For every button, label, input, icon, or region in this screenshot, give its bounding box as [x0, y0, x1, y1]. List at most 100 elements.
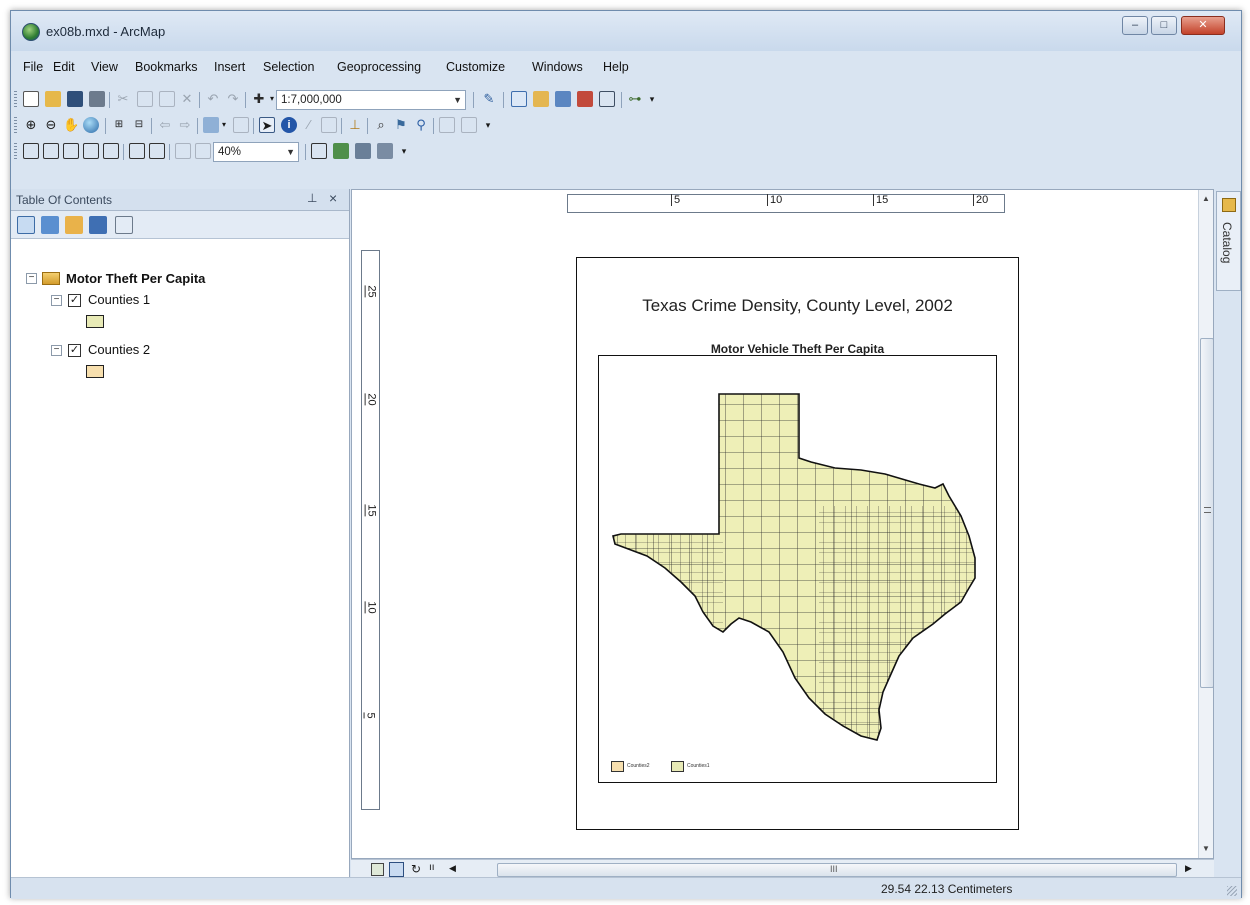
layer-visibility-checkbox[interactable]: ✓ — [68, 294, 81, 307]
menu-windows[interactable]: Windows — [532, 60, 583, 74]
scroll-left-icon[interactable]: ◀ — [449, 863, 456, 874]
collapse-toggle[interactable]: − — [26, 273, 37, 284]
layout-page[interactable]: Texas Crime Density, County Level, 2002 … — [576, 257, 1019, 830]
fixed-zoom-in-icon[interactable]: ⊞ — [111, 117, 127, 133]
toolbar-options-icon[interactable]: ▾ — [647, 91, 657, 107]
dataframe-label[interactable]: Motor Theft Per Capita — [66, 271, 205, 286]
time-slider-icon[interactable] — [439, 117, 455, 133]
pause-drawing-icon[interactable]: ıı — [429, 862, 435, 873]
toc-options-icon[interactable] — [115, 216, 133, 234]
fixed-zoom-out-page-icon[interactable] — [149, 143, 165, 159]
collapse-toggle[interactable]: − — [51, 345, 62, 356]
layout-view[interactable]: 5 10 15 20 25 20 15 10 5 Texas Crime Den… — [351, 189, 1214, 859]
menu-view[interactable]: View — [91, 60, 118, 74]
select-elements-icon[interactable]: ➤ — [259, 117, 275, 133]
list-by-visibility-icon[interactable] — [65, 216, 83, 234]
refresh-icon[interactable]: ↻ — [411, 862, 421, 876]
menu-edit[interactable]: Edit — [53, 60, 75, 74]
menu-insert[interactable]: Insert — [214, 60, 245, 74]
go-back-icon[interactable]: ⇦ — [157, 117, 173, 133]
fixed-zoom-in-page-icon[interactable] — [129, 143, 145, 159]
next-extent-page-icon[interactable] — [195, 143, 211, 159]
list-by-drawing-order-icon[interactable] — [17, 216, 35, 234]
new-document-icon[interactable] — [23, 91, 39, 107]
minimize-button[interactable]: – — [1122, 16, 1148, 35]
close-icon[interactable]: × — [329, 190, 337, 206]
vertical-scrollbar[interactable]: ▲ ▼ — [1198, 190, 1213, 858]
python-window-icon[interactable] — [599, 91, 615, 107]
add-data-icon[interactable]: ✚ — [251, 91, 267, 107]
menu-customize[interactable]: Customize — [446, 60, 505, 74]
layer-symbol-swatch[interactable] — [86, 315, 104, 328]
pin-icon[interactable]: ⊥ — [307, 191, 317, 205]
layer-visibility-checkbox[interactable]: ✓ — [68, 344, 81, 357]
previous-extent-page-icon[interactable] — [175, 143, 191, 159]
full-extent-icon[interactable] — [83, 117, 99, 133]
layout-view-icon[interactable] — [389, 862, 404, 877]
zoom-out-icon[interactable]: ⊖ — [43, 117, 59, 133]
close-button[interactable]: ✕ — [1181, 16, 1225, 35]
print-icon[interactable] — [89, 91, 105, 107]
scroll-down-icon[interactable]: ▼ — [1202, 844, 1210, 853]
layer-symbol-swatch[interactable] — [86, 365, 104, 378]
map-scale-combo[interactable]: 1:7,000,000 ▼ — [276, 90, 466, 110]
select-dropdown-icon[interactable]: ▾ — [219, 117, 229, 133]
map-subtitle[interactable]: Motor Vehicle Theft Per Capita — [577, 342, 1018, 356]
undo-icon[interactable]: ↶ — [205, 91, 221, 107]
menu-geoprocessing[interactable]: Geoprocessing — [337, 60, 421, 74]
select-features-icon[interactable] — [203, 117, 219, 133]
toolbar-options-icon[interactable]: ▾ — [399, 143, 409, 159]
menu-file[interactable]: File — [23, 60, 43, 74]
scroll-right-icon[interactable]: ▶ — [1185, 863, 1192, 874]
catalog-tab[interactable]: Catalog — [1216, 191, 1241, 291]
go-to-xy-icon[interactable]: ⚲ — [413, 117, 429, 133]
find-route-icon[interactable]: ⚑ — [393, 117, 409, 133]
menu-help[interactable]: Help — [603, 60, 629, 74]
change-layout-icon[interactable] — [355, 143, 371, 159]
fixed-zoom-out-icon[interactable]: ⊟ — [131, 117, 147, 133]
hyperlink-icon[interactable]: ⁄ — [301, 117, 317, 133]
zoom-in-page-icon[interactable] — [23, 143, 39, 159]
map-title[interactable]: Texas Crime Density, County Level, 2002 — [577, 296, 1018, 316]
menu-selection[interactable]: Selection — [263, 60, 314, 74]
measure-icon[interactable]: ⊥ — [347, 117, 363, 133]
paste-icon[interactable] — [159, 91, 175, 107]
table-of-contents-icon[interactable] — [511, 91, 527, 107]
zoom-in-icon[interactable]: ⊕ — [23, 117, 39, 133]
identify-icon[interactable]: i — [281, 117, 297, 133]
toggle-draft-mode-icon[interactable] — [311, 143, 327, 159]
modelbuilder-icon[interactable]: ⊶ — [627, 91, 643, 107]
zoom-100-percent-icon[interactable] — [103, 143, 119, 159]
horizontal-scroll-thumb[interactable]: III — [497, 863, 1177, 877]
zoom-whole-page-icon[interactable] — [83, 143, 99, 159]
arctoolbox-icon[interactable] — [577, 91, 593, 107]
pan-icon[interactable]: ✋ — [63, 117, 79, 133]
vertical-scroll-thumb[interactable] — [1200, 338, 1213, 688]
delete-icon[interactable]: ✕ — [179, 91, 195, 107]
zoom-out-page-icon[interactable] — [43, 143, 59, 159]
pan-page-icon[interactable] — [63, 143, 79, 159]
scroll-up-icon[interactable]: ▲ — [1202, 194, 1210, 203]
list-by-source-icon[interactable] — [41, 216, 59, 234]
resize-grip-icon[interactable] — [1227, 886, 1237, 896]
layout-zoom-combo[interactable]: 40% ▼ — [213, 142, 299, 162]
cut-icon[interactable]: ✂ — [115, 91, 131, 107]
html-popup-icon[interactable] — [321, 117, 337, 133]
copy-icon[interactable] — [137, 91, 153, 107]
menu-bookmarks[interactable]: Bookmarks — [135, 60, 198, 74]
maximize-button[interactable]: □ — [1151, 16, 1177, 35]
redo-icon[interactable]: ↷ — [225, 91, 241, 107]
viewer-window-icon[interactable] — [461, 117, 477, 133]
data-driven-pages-icon[interactable] — [377, 143, 393, 159]
list-by-selection-icon[interactable] — [89, 216, 107, 234]
save-icon[interactable] — [67, 91, 83, 107]
focus-data-frame-icon[interactable] — [333, 143, 349, 159]
editor-toolbar-icon[interactable]: ✎ — [481, 91, 497, 107]
open-folder-icon[interactable] — [45, 91, 61, 107]
go-forward-icon[interactable]: ⇨ — [177, 117, 193, 133]
data-view-icon[interactable] — [371, 863, 384, 876]
collapse-toggle[interactable]: − — [51, 295, 62, 306]
clear-selection-icon[interactable] — [233, 117, 249, 133]
layer-label-counties-1[interactable]: Counties 1 — [88, 292, 150, 307]
catalog-window-icon[interactable] — [533, 91, 549, 107]
